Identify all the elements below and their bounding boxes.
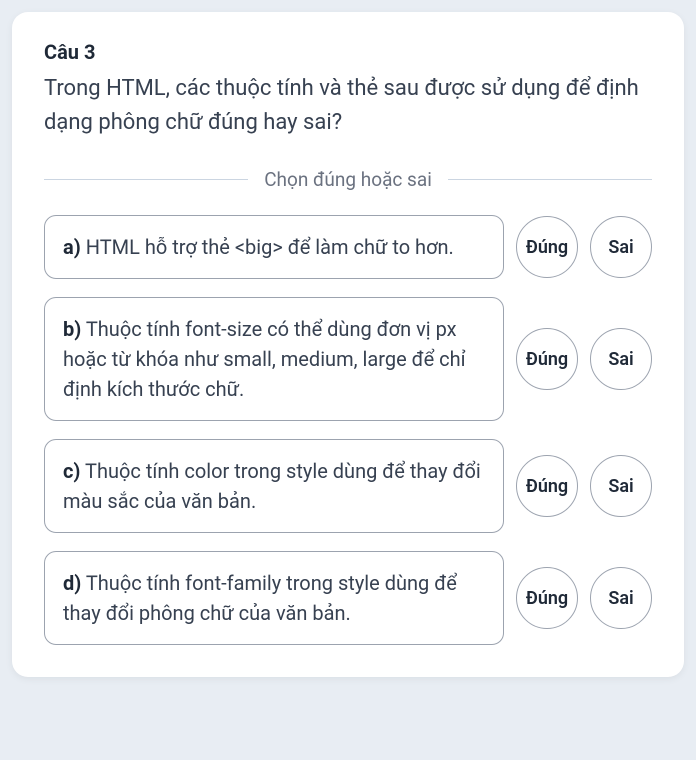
- true-button-b[interactable]: Đúng: [516, 328, 578, 390]
- statement-box-b: b) Thuộc tính font-size có thể dùng đơn …: [44, 297, 504, 421]
- true-button-a[interactable]: Đúng: [516, 216, 578, 278]
- statement-box-c: c) Thuộc tính color trong style dùng để …: [44, 439, 504, 533]
- true-button-c[interactable]: Đúng: [516, 455, 578, 517]
- false-button-c[interactable]: Sai: [590, 455, 652, 517]
- statement-text: Thuộc tính font-family trong style dùng …: [63, 571, 457, 625]
- false-button-b[interactable]: Sai: [590, 328, 652, 390]
- statement-label: c): [63, 459, 80, 483]
- option-row-a: a) HTML hỗ trợ thẻ <big> để làm chữ to h…: [44, 215, 652, 279]
- statement-label: d): [63, 571, 81, 595]
- true-button-d[interactable]: Đúng: [516, 567, 578, 629]
- option-row-d: d) Thuộc tính font-family trong style dù…: [44, 551, 652, 645]
- question-card: Câu 3 Trong HTML, các thuộc tính và thẻ …: [12, 12, 684, 677]
- statement-text: HTML hỗ trợ thẻ <big> để làm chữ to hơn.: [86, 235, 454, 259]
- option-row-c: c) Thuộc tính color trong style dùng để …: [44, 439, 652, 533]
- false-button-a[interactable]: Sai: [590, 216, 652, 278]
- question-text: Trong HTML, các thuộc tính và thẻ sau đư…: [44, 72, 652, 140]
- instruction-divider: Chọn đúng hoặc sai: [44, 168, 652, 191]
- statement-box-d: d) Thuộc tính font-family trong style dù…: [44, 551, 504, 645]
- false-button-d[interactable]: Sai: [590, 567, 652, 629]
- statement-label: b): [63, 317, 81, 341]
- instruction-text: Chọn đúng hoặc sai: [264, 168, 432, 191]
- divider-line-left: [44, 179, 248, 180]
- divider-line-right: [448, 179, 652, 180]
- statement-label: a): [63, 235, 81, 259]
- statement-box-a: a) HTML hỗ trợ thẻ <big> để làm chữ to h…: [44, 215, 504, 279]
- statement-text: Thuộc tính color trong style dùng để tha…: [63, 459, 481, 513]
- option-row-b: b) Thuộc tính font-size có thể dùng đơn …: [44, 297, 652, 421]
- question-title: Câu 3: [44, 40, 652, 64]
- statement-text: Thuộc tính font-size có thể dùng đơn vị …: [63, 317, 466, 401]
